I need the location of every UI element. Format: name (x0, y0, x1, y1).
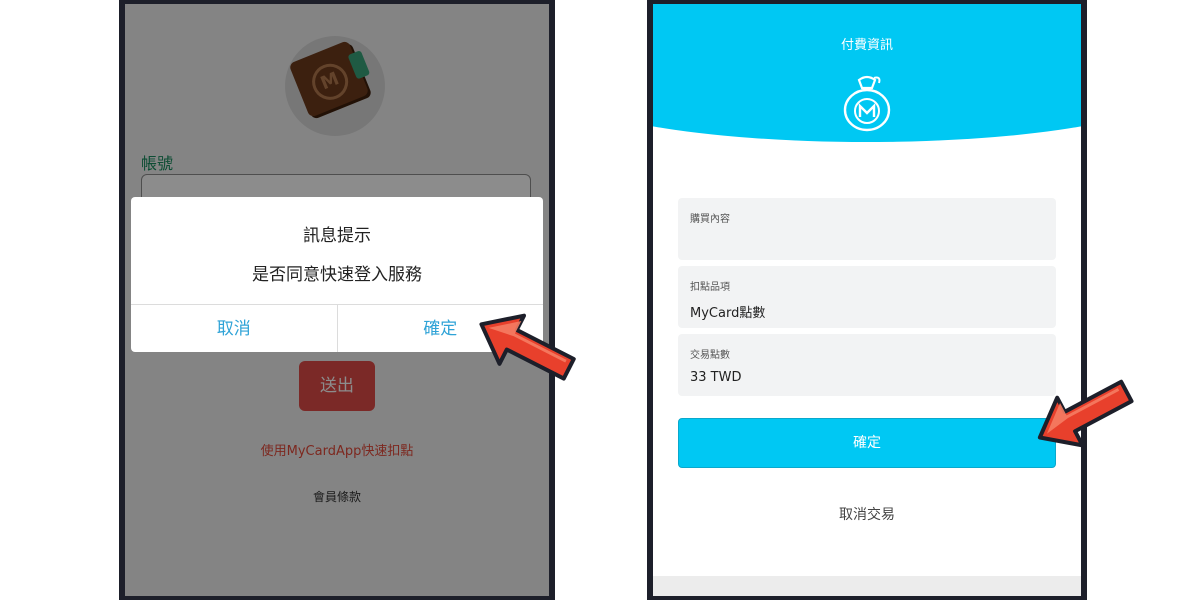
field-label: 扣點品項 (690, 282, 730, 293)
page-title: 付費資訊 (840, 38, 893, 53)
money-bag-icon (843, 75, 891, 132)
arrow-pointer-icon (479, 313, 576, 381)
payment-screen: 付費資訊 購買內容 扣點品項 MyCard點數 交易點數 33 TWD 確定 取… (653, 4, 1081, 596)
dialog-title: 訊息提示 (303, 226, 371, 246)
right-phone-frame: 付費資訊 購買內容 扣點品項 MyCard點數 交易點數 33 TWD 確定 取… (647, 0, 1087, 600)
arrow-pointer-icon (1037, 379, 1134, 448)
bottom-bar (653, 576, 1081, 596)
transaction-points-field: 交易點數 33 TWD (678, 334, 1056, 396)
field-label: 購買內容 (690, 214, 730, 225)
field-value: 33 TWD (690, 370, 742, 385)
purchase-content-field: 購買內容 (678, 198, 1056, 260)
deduction-item-field: 扣點品項 MyCard點數 (678, 266, 1056, 328)
field-value: MyCard點數 (690, 306, 766, 321)
confirm-button[interactable]: 確定 (678, 418, 1056, 468)
dialog-message: 是否同意快速登入服務 (252, 265, 422, 285)
cancel-transaction-link[interactable]: 取消交易 (653, 504, 1081, 524)
dialog-cancel-button[interactable]: 取消 (131, 305, 337, 352)
field-label: 交易點數 (690, 350, 730, 361)
